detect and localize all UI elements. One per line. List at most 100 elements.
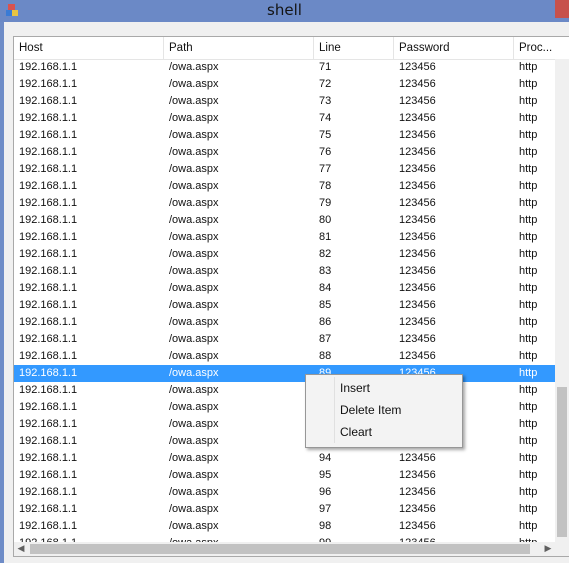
horizontal-scrollbar[interactable]: ◀ ▶ [14, 542, 555, 556]
cell-path: /owa.aspx [169, 520, 219, 532]
cell-line: 74 [319, 112, 332, 124]
cell-proc: http [519, 520, 538, 532]
cell-path: /owa.aspx [169, 146, 219, 158]
vertical-scroll-thumb[interactable] [557, 387, 567, 537]
list-rows: 192.168.1.1/owa.aspx 71 123456 http 192.168.… [14, 59, 555, 552]
cell-password: 123456 [399, 350, 436, 362]
table-row[interactable]: 192.168.1.1/owa.aspx 79 123456 http [14, 195, 555, 212]
cell-proc: http [519, 78, 538, 90]
cell-password: 123456 [399, 316, 436, 328]
cell-host: 192.168.1.1 [19, 214, 78, 226]
cell-path: /owa.aspx [169, 180, 219, 192]
table-row[interactable]: 192.168.1.1/owa.aspx 72 123456 http [14, 76, 555, 93]
cell-host: 192.168.1.1 [19, 486, 78, 498]
cell-line: 85 [319, 299, 332, 311]
table-row[interactable]: 192.168.1.1/owa.aspx 88 123456 http [14, 348, 555, 365]
table-row[interactable]: 192.168.1.1/owa.aspx 87 123456 http [14, 331, 555, 348]
scrollbar-corner [555, 542, 569, 556]
table-row[interactable]: 192.168.1.1/owa.aspx92123456http [14, 416, 555, 433]
cell-proc: http [519, 163, 538, 175]
menu-item-cleart[interactable]: Cleart [308, 422, 460, 443]
cell-path: /owa.aspx [169, 248, 219, 260]
cell-password: 123456 [399, 282, 436, 294]
cell-password: 123456 [399, 78, 436, 90]
cell-proc: http [519, 333, 538, 345]
cell-host: 192.168.1.1 [19, 231, 78, 243]
cell-password: 123456 [399, 299, 436, 311]
cell-line: 75 [319, 129, 332, 141]
table-row[interactable]: 192.168.1.1/owa.aspx 73 123456 http [14, 93, 555, 110]
horizontal-scroll-thumb[interactable] [30, 544, 530, 554]
table-row[interactable]: 192.168.1.1/owa.aspx 85 123456 http [14, 297, 555, 314]
column-header-line[interactable]: Line [314, 37, 394, 59]
cell-proc: http [519, 503, 538, 515]
cell-host: 192.168.1.1 [19, 469, 78, 481]
table-row[interactable]: 192.168.1.1/owa.aspx 98 123456 http [14, 518, 555, 535]
cell-line: 80 [319, 214, 332, 226]
cell-host: 192.168.1.1 [19, 333, 78, 345]
cell-path: /owa.aspx [169, 214, 219, 226]
cell-host: 192.168.1.1 [19, 316, 78, 328]
table-row[interactable]: 192.168.1.1/owa.aspx 71 123456 http [14, 59, 555, 76]
table-row[interactable]: 192.168.1.1/owa.aspx 94 123456 http [14, 450, 555, 467]
column-header-path[interactable]: Path [164, 37, 314, 59]
cell-proc: http [519, 112, 538, 124]
arrow-right-icon[interactable]: ▶ [541, 542, 555, 556]
close-button[interactable] [555, 0, 569, 18]
cell-line: 71 [319, 61, 332, 73]
table-row[interactable]: 192.168.1.1/owa.aspx 76 123456 http [14, 144, 555, 161]
cell-host: 192.168.1.1 [19, 61, 78, 73]
cell-host: 192.168.1.1 [19, 282, 78, 294]
column-header-proc[interactable]: Proc... [514, 37, 569, 59]
cell-proc: http [519, 486, 538, 498]
column-header-host[interactable]: Host [14, 37, 164, 59]
table-row-selected[interactable]: 192.168.1.1/owa.aspx 89 123456 http [14, 365, 555, 382]
menu-item-delete-item[interactable]: Delete Item [308, 400, 460, 421]
cell-host: 192.168.1.1 [19, 129, 78, 141]
cell-path: /owa.aspx [169, 231, 219, 243]
cell-path: /owa.aspx [169, 78, 219, 90]
cell-path: /owa.aspx [169, 469, 219, 481]
cell-password: 123456 [399, 163, 436, 175]
column-header-password[interactable]: Password [394, 37, 514, 59]
table-row[interactable]: 192.168.1.1/owa.aspx 75 123456 http [14, 127, 555, 144]
table-row[interactable]: 192.168.1.1/owa.aspx 84 123456 http [14, 280, 555, 297]
table-row[interactable]: 192.168.1.1/owa.aspx 74 123456 http [14, 110, 555, 127]
cell-line: 87 [319, 333, 332, 345]
cell-host: 192.168.1.1 [19, 265, 78, 277]
cell-host: 192.168.1.1 [19, 299, 78, 311]
table-row[interactable]: 192.168.1.1/owa.aspx 78 123456 http [14, 178, 555, 195]
table-row[interactable]: 192.168.1.1/owa.aspx93123456http [14, 433, 555, 450]
table-row[interactable]: 192.168.1.1/owa.aspx90123456http [14, 382, 555, 399]
cell-host: 192.168.1.1 [19, 418, 78, 430]
cell-proc: http [519, 61, 538, 73]
window-client: Host Path Line Password Proc... 192.168.… [4, 22, 569, 563]
cell-host: 192.168.1.1 [19, 163, 78, 175]
table-row[interactable]: 192.168.1.1/owa.aspx 97 123456 http [14, 501, 555, 518]
table-row[interactable]: 192.168.1.1/owa.aspx 80 123456 http [14, 212, 555, 229]
table-row[interactable]: 192.168.1.1/owa.aspx 83 123456 http [14, 263, 555, 280]
table-row[interactable]: 192.168.1.1/owa.aspx 82 123456 http [14, 246, 555, 263]
menu-item-insert[interactable]: Insert [308, 378, 460, 399]
cell-password: 123456 [399, 180, 436, 192]
cell-proc: http [519, 146, 538, 158]
table-row[interactable]: 192.168.1.1/owa.aspx 96 123456 http [14, 484, 555, 501]
arrow-left-icon[interactable]: ◀ [14, 542, 28, 556]
cell-host: 192.168.1.1 [19, 503, 78, 515]
table-row[interactable]: 192.168.1.1/owa.aspx 86 123456 http [14, 314, 555, 331]
table-row[interactable]: 192.168.1.1/owa.aspx 95 123456 http [14, 467, 555, 484]
vertical-scrollbar[interactable]: ▼ [555, 59, 569, 556]
cell-path: /owa.aspx [169, 435, 219, 447]
table-row[interactable]: 192.168.1.1/owa.aspx91123456http [14, 399, 555, 416]
cell-path: /owa.aspx [169, 95, 219, 107]
cell-password: 123456 [399, 503, 436, 515]
cell-proc: http [519, 129, 538, 141]
context-menu: Insert Delete Item Cleart [305, 374, 463, 448]
table-row[interactable]: 192.168.1.1/owa.aspx 81 123456 http [14, 229, 555, 246]
cell-host: 192.168.1.1 [19, 95, 78, 107]
cell-password: 123456 [399, 486, 436, 498]
cell-proc: http [519, 418, 538, 430]
table-row[interactable]: 192.168.1.1/owa.aspx 77 123456 http [14, 161, 555, 178]
cell-password: 123456 [399, 197, 436, 209]
shell-list-view[interactable]: Host Path Line Password Proc... 192.168.… [13, 36, 569, 557]
